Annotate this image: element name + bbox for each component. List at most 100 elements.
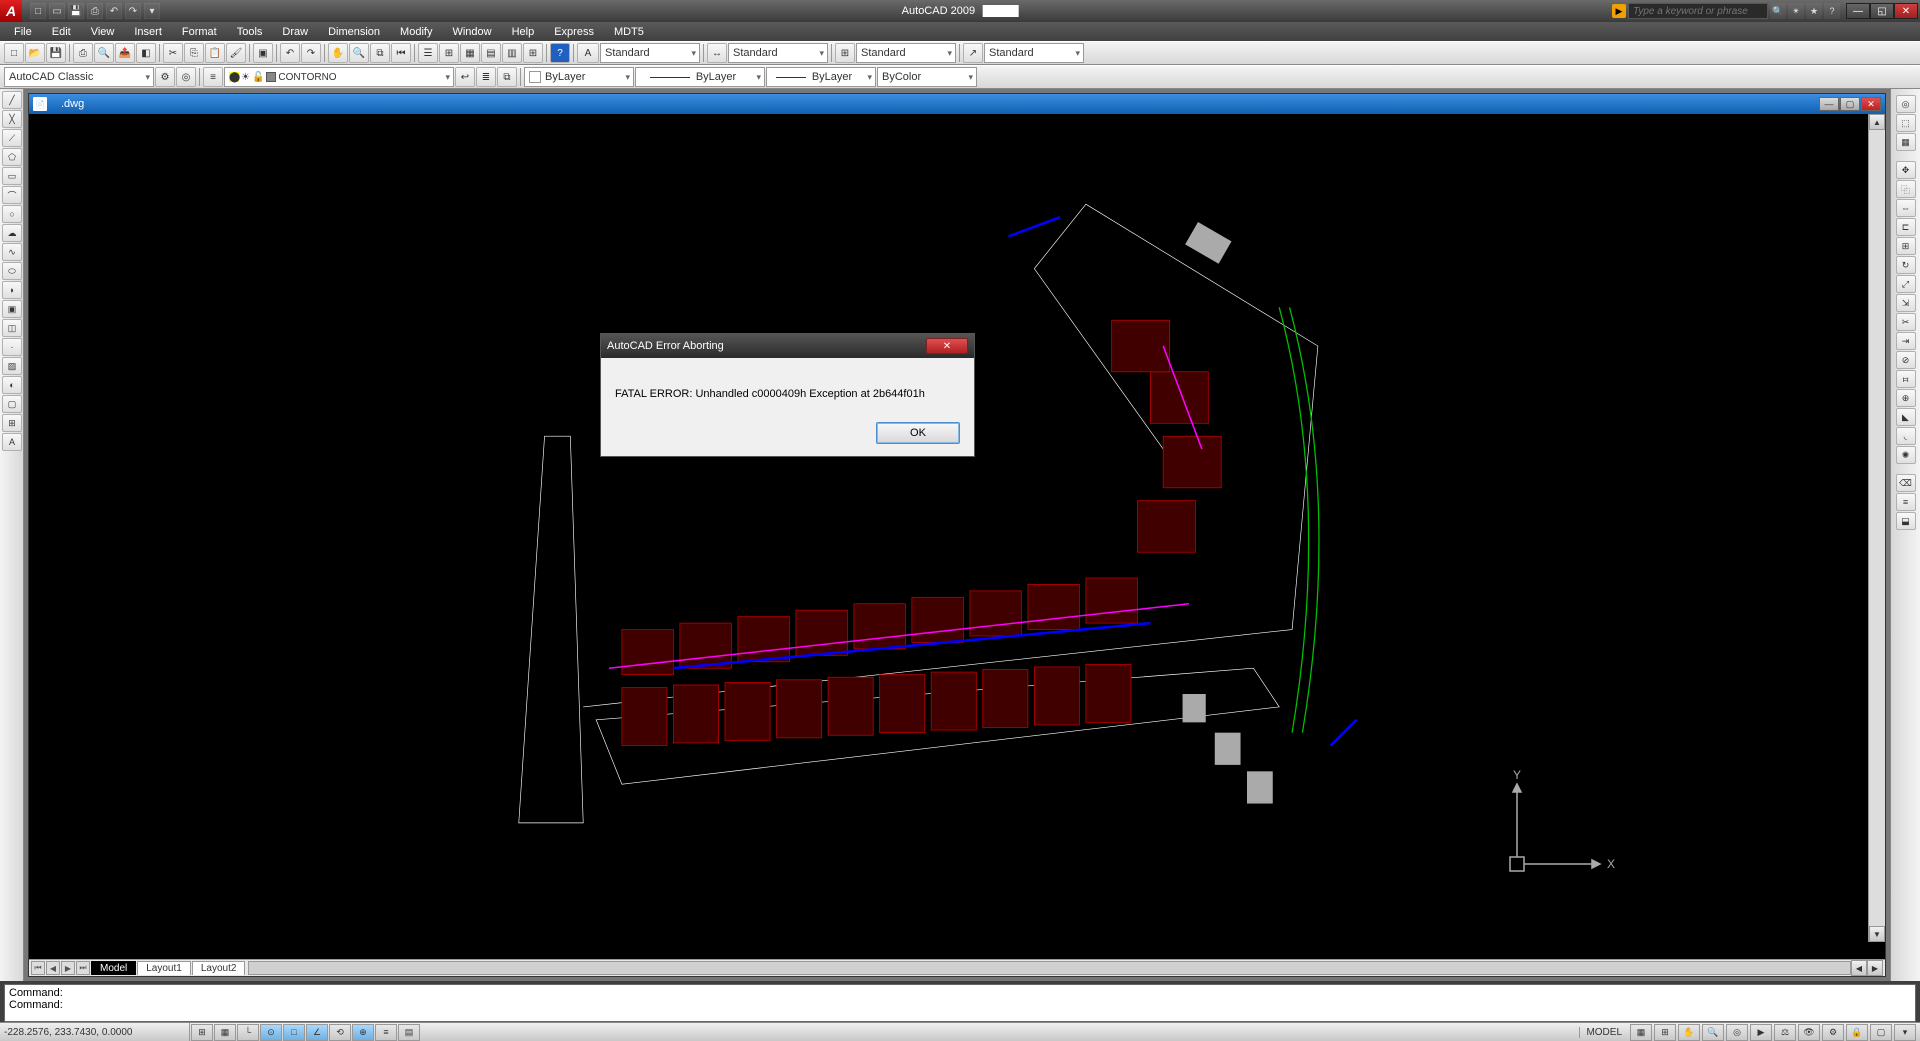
menu-mdt5[interactable]: MDT5 [604,24,654,40]
construction-line-icon[interactable]: ╳ [2,110,22,128]
menu-express[interactable]: Express [544,24,604,40]
help-icon[interactable]: ? [1824,3,1840,19]
dim-style-combo[interactable]: Standard [728,43,828,63]
scroll-down-icon[interactable]: ▼ [1869,926,1885,942]
color-combo[interactable]: ByLayer [524,67,634,87]
ortho-toggle[interactable]: └ [237,1024,259,1041]
sheet-set-icon[interactable]: ▤ [481,43,501,63]
viewcube-icon[interactable]: ⬚ [1896,114,1916,132]
revcloud-icon[interactable]: ☁ [2,224,22,242]
workspace-switch-icon[interactable]: ⚙ [1822,1024,1844,1041]
polar-toggle[interactable]: ⊙ [260,1024,282,1041]
search-icon[interactable]: 🔍 [1770,3,1786,19]
menu-modify[interactable]: Modify [390,24,442,40]
table-style-combo[interactable]: Standard [856,43,956,63]
mtext-icon[interactable]: A [2,433,22,451]
menu-edit[interactable]: Edit [42,24,81,40]
scroll-left-icon[interactable]: ◀ [1851,960,1867,976]
3ddwf-icon[interactable]: ◧ [136,43,156,63]
tab-model[interactable]: Model [91,961,136,975]
qp-toggle[interactable]: ▤ [398,1024,420,1041]
line-icon[interactable]: ╱ [2,91,22,109]
quick-view-drawings-icon[interactable]: ⊞ [1654,1024,1676,1041]
coordinate-display[interactable]: -228.2576, 233.7430, 0.0000 [0,1023,190,1041]
lwt-toggle[interactable]: ≡ [375,1024,397,1041]
layer-iso-icon[interactable]: ⧉ [497,67,517,87]
fillet-icon[interactable]: ◟ [1896,427,1916,445]
copy-obj-icon[interactable]: ⿻ [1896,180,1916,198]
layer-tool-icon[interactable]: ≡ [1896,493,1916,511]
favorites-icon[interactable]: ★ [1806,3,1822,19]
trim-icon[interactable]: ✂ [1896,313,1916,331]
layer-combo[interactable]: ⬤ ☀ 🔓 CONTORNO [224,67,454,87]
insert-block-icon[interactable]: ▣ [2,300,22,318]
match-props-icon[interactable]: 🖌 [226,43,246,63]
showmotion-status-icon[interactable]: ▶ [1750,1024,1772,1041]
move-icon[interactable]: ✥ [1896,161,1916,179]
hatch-icon[interactable]: ▨ [2,357,22,375]
scale-icon[interactable]: ⤢ [1896,275,1916,293]
steering-wheel-status-icon[interactable]: ◎ [1726,1024,1748,1041]
publish-icon[interactable]: 📤 [115,43,135,63]
workspace-combo[interactable]: AutoCAD Classic [4,67,154,87]
toolbar-lock-icon[interactable]: 🔒 [1846,1024,1868,1041]
qat-print-icon[interactable]: ⎙ [87,3,103,19]
properties-icon[interactable]: ☰ [418,43,438,63]
doc-maximize-button[interactable]: ▢ [1840,97,1860,111]
restore-button[interactable]: ◱ [1870,3,1894,19]
showmotion-icon[interactable]: ▦ [1896,133,1916,151]
rotate-icon[interactable]: ↻ [1896,256,1916,274]
tab-next-icon[interactable]: ▶ [61,961,75,975]
clean-screen-icon[interactable]: ▢ [1870,1024,1892,1041]
menu-draw[interactable]: Draw [272,24,318,40]
minimize-button[interactable]: — [1846,3,1870,19]
menu-dimension[interactable]: Dimension [318,24,390,40]
text-style-icon[interactable]: A [577,43,599,63]
zoom-rt-icon[interactable]: 🔍 [349,43,369,63]
zoom-window-icon[interactable]: ⧉ [370,43,390,63]
tab-layout2[interactable]: Layout2 [192,961,246,975]
circle-icon[interactable]: ○ [2,205,22,223]
scroll-up-icon[interactable]: ▲ [1869,114,1885,130]
layer-previous-icon[interactable]: ↩ [455,67,475,87]
block-editor-icon[interactable]: ▣ [253,43,273,63]
polygon-icon[interactable]: ⬠ [2,148,22,166]
stretch-icon[interactable]: ⇲ [1896,294,1916,312]
quickcalc-icon[interactable]: ⊞ [523,43,543,63]
ellipse-arc-icon[interactable]: ◗ [2,281,22,299]
arc-icon[interactable]: ⌒ [2,186,22,204]
drawing-canvas[interactable]: X Y [29,114,1885,959]
osnap-toggle[interactable]: □ [283,1024,305,1041]
table-icon[interactable]: ⊞ [2,414,22,432]
zoom-status-icon[interactable]: 🔍 [1702,1024,1724,1041]
menu-insert[interactable]: Insert [124,24,172,40]
rectangle-icon[interactable]: ▭ [2,167,22,185]
menu-view[interactable]: View [81,24,125,40]
snap-toggle[interactable]: ⊞ [191,1024,213,1041]
undo-icon[interactable]: ↶ [280,43,300,63]
ok-button[interactable]: OK [876,422,960,444]
comm-center-icon[interactable]: ✴ [1788,3,1804,19]
make-block-icon[interactable]: ◫ [2,319,22,337]
join-icon[interactable]: ⊕ [1896,389,1916,407]
pan-status-icon[interactable]: ✋ [1678,1024,1700,1041]
tab-first-icon[interactable]: ⏮ [31,961,45,975]
array-icon[interactable]: ⊞ [1896,237,1916,255]
otrack-toggle[interactable]: ∠ [306,1024,328,1041]
tab-layout1[interactable]: Layout1 [137,961,191,975]
scroll-right-icon[interactable]: ▶ [1867,960,1883,976]
help-button-icon[interactable]: ? [550,43,570,63]
region-icon[interactable]: ▢ [2,395,22,413]
doc-minimize-button[interactable]: — [1819,97,1839,111]
app-icon[interactable]: A [0,0,22,22]
offset-icon[interactable]: ⊏ [1896,218,1916,236]
qat-save-icon[interactable]: 💾 [68,3,84,19]
qat-redo-icon[interactable]: ↷ [125,3,141,19]
menu-file[interactable]: File [4,24,42,40]
layer-props-mgr-icon[interactable]: ≡ [203,67,223,87]
markup-set-icon[interactable]: ▥ [502,43,522,63]
linetype-combo[interactable]: ByLayer [635,67,765,87]
explode-icon[interactable]: ✺ [1896,446,1916,464]
erase-icon[interactable]: ⌫ [1896,474,1916,492]
tray-settings-icon[interactable]: ▾ [1894,1024,1916,1041]
